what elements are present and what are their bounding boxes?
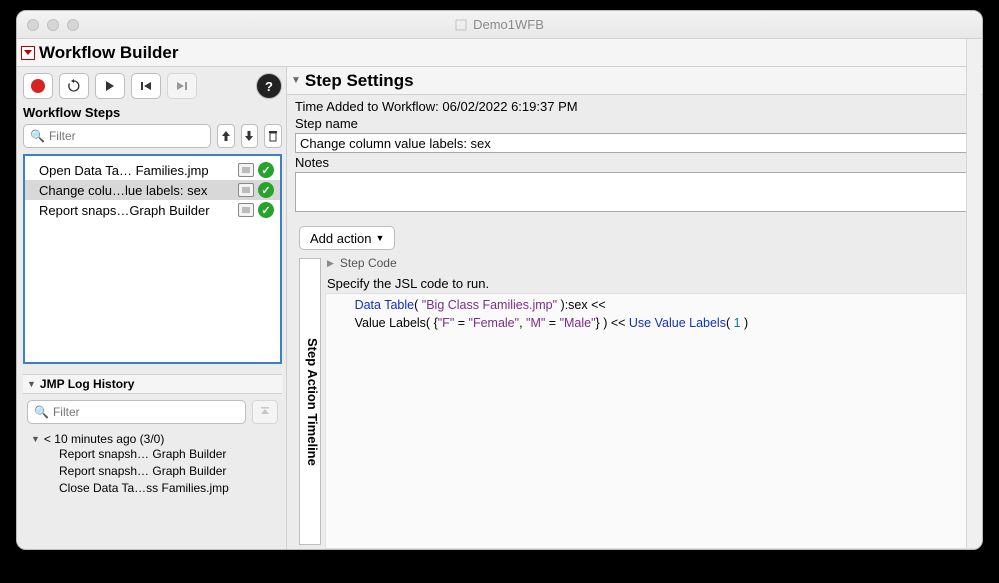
log-header[interactable]: ▼ JMP Log History [23,374,282,394]
document-icon [455,19,467,31]
step-forward-button[interactable] [167,73,197,99]
step-label: Report snaps…Graph Builder [39,203,234,218]
step-name-input[interactable] [295,133,974,153]
workflow-builder-title: Workflow Builder [39,43,178,63]
step-done-icon: ✓ [258,202,274,218]
log-item[interactable]: Close Data Ta…ss Families.jmp [59,480,278,497]
step-code-header[interactable]: ▶ Step Code [325,254,974,274]
workflow-builder-header: Workflow Builder [17,39,982,67]
step-label: Open Data Ta… Families.jmp [39,163,234,178]
trash-icon [268,130,278,142]
app-window: Demo1WFB Workflow Builder [16,10,983,550]
workflow-step-row[interactable]: Open Data Ta… Families.jmp ✓ [25,160,280,180]
outline-toggle-icon[interactable] [21,46,35,60]
log-item[interactable]: Report snapsh… Graph Builder [59,446,278,463]
vertical-scrollbar[interactable] [966,39,981,548]
help-button[interactable]: ? [256,73,282,99]
play-button[interactable] [95,73,125,99]
notes-label: Notes [295,155,974,170]
time-added-row: Time Added to Workflow: 06/02/2022 6:19:… [295,99,974,114]
record-button[interactable] [23,73,53,99]
arrow-up-icon [221,130,231,142]
log-sync-button[interactable] [252,400,278,424]
workflow-steps-filter-input[interactable] [49,129,204,143]
log-group[interactable]: ▼ < 10 minutes ago (3/0) [31,432,278,446]
step-back-button[interactable] [131,73,161,99]
step-thumb-icon[interactable] [238,203,254,217]
move-up-button[interactable] [217,124,235,148]
arrow-down-icon [244,130,254,142]
log-title: JMP Log History [40,377,134,391]
log-group-label: < 10 minutes ago (3/0) [44,432,164,446]
step-thumb-icon[interactable] [238,183,254,197]
step-settings-header: ▼ Step Settings [287,67,982,95]
step-name-label: Step name [295,116,974,131]
step-settings-title: Step Settings [305,71,414,91]
workflow-steps-filter[interactable]: 🔍 [23,124,211,148]
workflow-step-row[interactable]: Change colu…lue labels: sex ✓ [25,180,280,200]
left-sidebar: ? Workflow Steps 🔍 Open Data Ta… Familie… [17,67,287,549]
delete-step-button[interactable] [264,124,282,148]
content: Workflow Builder [17,39,982,549]
code-description: Specify the JSL code to run. [325,274,974,293]
log-filter-input[interactable] [53,405,239,419]
chevron-down-icon: ▼ [27,379,36,389]
play-icon [105,80,115,92]
right-pane: ▼ Step Settings Time Added to Workflow: … [287,67,982,549]
log-body: ▼ < 10 minutes ago (3/0) Report snapsh… … [23,430,282,501]
titlebar: Demo1WFB [17,11,982,39]
log-item[interactable]: Report snapsh… Graph Builder [59,463,278,480]
log-filter[interactable]: 🔍 [27,400,246,424]
chevron-down-icon: ▼ [375,233,384,243]
workflow-toolbar: ? [23,73,282,99]
record-icon [31,79,45,93]
move-down-button[interactable] [241,124,259,148]
log-section: ▼ JMP Log History 🔍 ▼ < 10 minutes [23,374,282,501]
workflow-steps-filter-row: 🔍 [23,124,282,148]
workflow-steps-label: Workflow Steps [23,105,282,120]
reset-icon [67,79,81,93]
search-icon: 🔍 [30,129,45,143]
step-done-icon: ✓ [258,162,274,178]
search-icon: 🔍 [34,405,49,419]
step-thumb-icon[interactable] [238,163,254,177]
workflow-steps-list[interactable]: Open Data Ta… Families.jmp ✓ Change colu… [23,154,282,364]
code-editor[interactable]: Data Table( "Big Class Families.jmp" ):s… [325,293,974,549]
step-forward-icon [176,80,188,92]
step-label: Change colu…lue labels: sex [39,183,234,198]
chevron-down-icon[interactable]: ▼ [291,75,301,86]
window-title: Demo1WFB [17,17,982,32]
step-back-icon [140,80,152,92]
add-action-button[interactable]: Add action ▼ [299,226,395,250]
step-done-icon: ✓ [258,182,274,198]
chevron-down-icon: ▼ [31,434,40,444]
reset-button[interactable] [59,73,89,99]
step-action-timeline-tab[interactable]: Step Action Timeline [299,258,321,545]
arrow-up-bar-icon [260,406,270,418]
workflow-step-row[interactable]: Report snaps…Graph Builder ✓ [25,200,280,220]
notes-input[interactable] [295,172,974,212]
chevron-right-icon: ▶ [327,258,334,269]
